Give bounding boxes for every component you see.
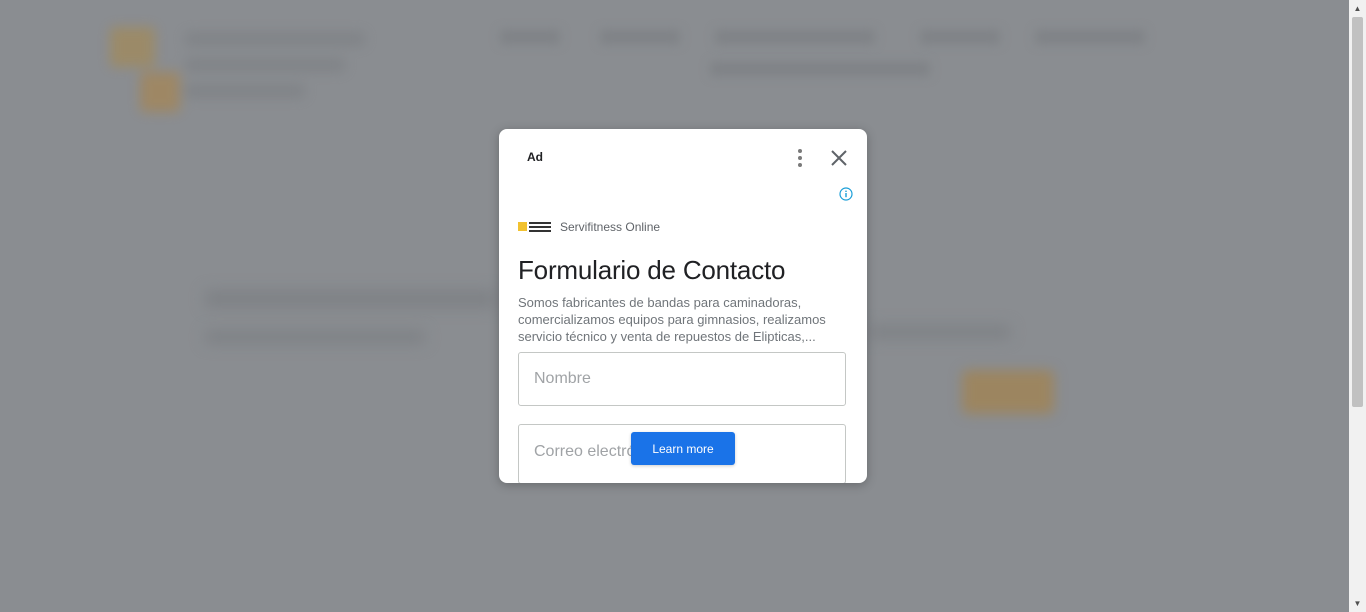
name-field[interactable] — [518, 352, 846, 406]
background-text — [870, 325, 1010, 339]
background-text — [205, 290, 495, 308]
scroll-up-icon[interactable]: ▲ — [1349, 0, 1366, 17]
background-text — [205, 330, 425, 344]
more-vert-icon[interactable] — [790, 148, 810, 168]
background-button — [962, 370, 1054, 414]
scroll-down-icon[interactable]: ▼ — [1349, 595, 1366, 612]
ad-modal[interactable]: Ad Servifitness Online Formulario de Con… — [499, 129, 867, 483]
ad-headline: Formulario de Contacto — [518, 255, 786, 285]
advertiser-logo — [518, 220, 552, 234]
background-nav-item — [710, 62, 930, 76]
background-nav-item — [600, 30, 680, 44]
name-input[interactable] — [519, 353, 845, 405]
advertiser-info[interactable]: Servifitness Online — [518, 220, 660, 234]
info-icon[interactable] — [839, 187, 853, 201]
background-nav-item — [500, 30, 560, 44]
ad-label: Ad — [527, 150, 543, 164]
learn-more-button[interactable]: Learn more — [631, 432, 735, 465]
advertiser-name: Servifitness Online — [560, 220, 661, 234]
background-nav-item — [715, 30, 875, 44]
background-nav-item — [920, 30, 1000, 44]
scroll-thumb[interactable] — [1352, 17, 1363, 407]
background-site-logo — [105, 22, 375, 117]
background-nav-item — [1035, 30, 1145, 44]
close-icon[interactable] — [827, 146, 851, 170]
ad-description: Somos fabricantes de bandas para caminad… — [518, 295, 826, 344]
vertical-scrollbar[interactable]: ▲ ▼ — [1349, 0, 1366, 612]
